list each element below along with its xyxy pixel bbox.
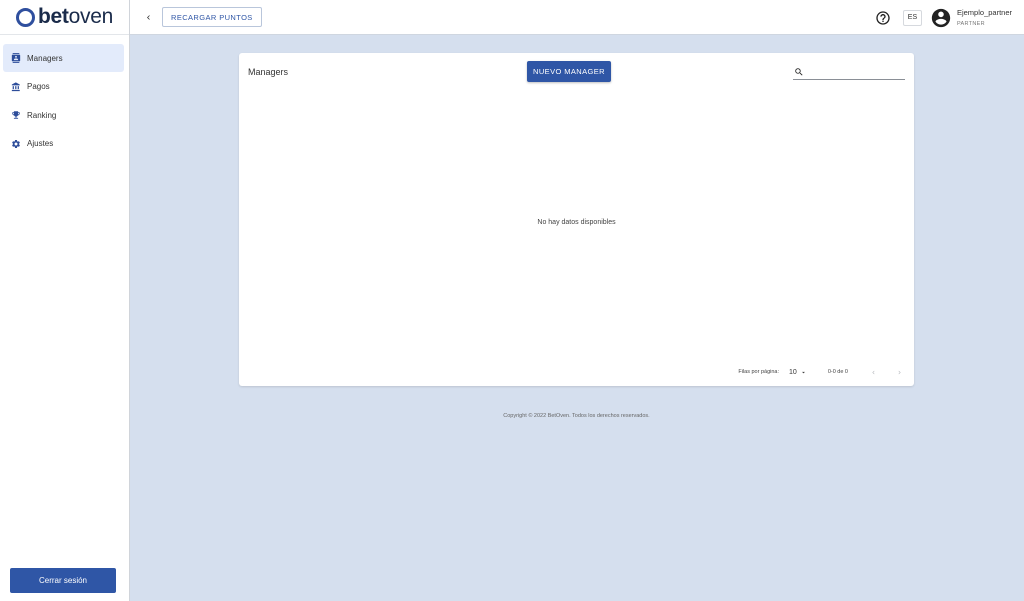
user-role: PARTNER [956,21,985,27]
sidebar-item-label: Ranking [27,110,57,120]
new-manager-button[interactable]: NUEVO MANAGER [527,61,611,82]
rows-per-page-label: Filas por página: [738,369,780,375]
chevron-left-icon [871,370,874,374]
sidebar-item-pagos[interactable]: Pagos [3,73,124,101]
sidebar: betoven Managers Pagos Ranking Ajustes C… [0,0,130,601]
copyright-footer: Copyright © 2022 BetOven. Todos los dere… [503,413,650,419]
sidebar-item-managers[interactable]: Managers [3,44,124,72]
search-field [793,64,905,80]
sidebar-item-label: Managers [27,53,63,63]
sidebar-nav: Managers Pagos Ranking Ajustes [0,35,129,158]
pagination: Filas por página: 10 0-0 de 0 [738,366,904,378]
user-info[interactable]: Ejemplo_partner PARTNER [957,8,1012,27]
gear-icon [11,139,21,149]
rows-per-page-select[interactable]: 10 [789,369,807,376]
sidebar-item-label: Pagos [27,82,50,91]
logo[interactable]: betoven [0,0,129,35]
bank-icon [11,81,21,92]
language-selector[interactable]: ES [902,9,922,26]
sidebar-item-ranking[interactable]: Ranking [3,101,124,129]
card-title: Managers [248,67,289,77]
collapse-sidebar-button[interactable] [144,13,154,22]
logo-text: betoven [38,5,113,28]
help-icon[interactable] [875,10,891,26]
managers-card: Managers NUEVO MANAGER No hay datos disp… [239,53,914,386]
user-name: Ejemplo_partner [956,8,1012,17]
trophy-icon [11,110,21,120]
chevron-left-icon [147,14,150,20]
search-input[interactable] [808,67,900,76]
chevron-right-icon [898,370,901,374]
next-page-button[interactable] [894,367,904,377]
rows-per-page-value: 10 [789,368,797,376]
sidebar-item-label: Ajustes [27,139,54,148]
search-icon [795,67,803,76]
reload-points-button[interactable]: RECARGAR PUNTOS [162,7,262,27]
top-bar: RECARGAR PUNTOS ES Ejemplo_partner PARTN… [130,0,1024,35]
avatar-icon[interactable] [930,7,952,29]
previous-page-button[interactable] [868,367,878,377]
contacts-icon [11,53,21,63]
logo-ring-icon [16,7,36,27]
caret-down-icon [801,371,805,373]
sidebar-item-ajustes[interactable]: Ajustes [3,130,124,158]
page-range: 0-0 de 0 [827,369,848,375]
empty-state-text: No hay datos disponibles [537,219,616,226]
logout-button[interactable]: Cerrar sesión [10,568,116,593]
top-right-actions: ES Ejemplo_partner PARTNER [875,0,1012,35]
